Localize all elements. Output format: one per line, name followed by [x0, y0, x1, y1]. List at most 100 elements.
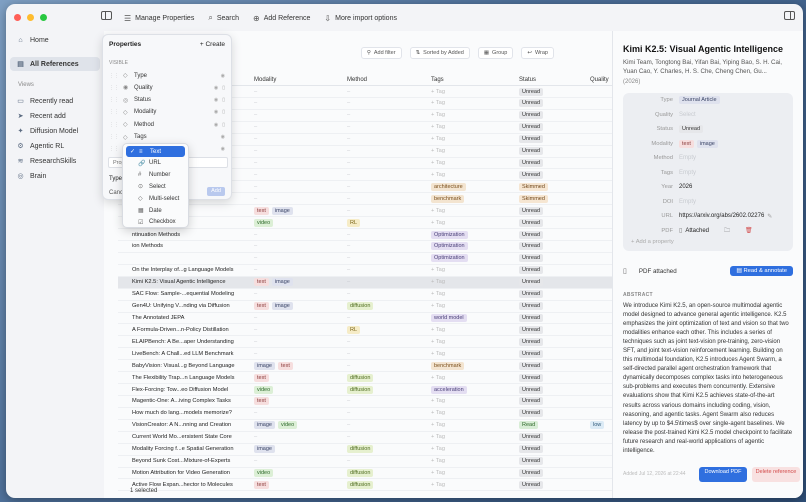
row-status[interactable]: Unread — [519, 385, 586, 395]
table-row[interactable]: rallel Box Decodingtextimage–+ TagUnread — [118, 205, 612, 218]
drag-handle-icon[interactable]: ⋮⋮ — [109, 146, 119, 152]
minimize-window-button[interactable] — [27, 14, 34, 21]
cancel-button[interactable]: Canc — [109, 190, 123, 196]
column-header-method[interactable]: Method — [347, 77, 367, 83]
row-status[interactable]: Unread — [519, 373, 586, 383]
row-modality[interactable]: – — [254, 111, 344, 120]
row-tags[interactable]: + Tag — [431, 88, 513, 97]
row-modality[interactable]: – — [254, 183, 344, 192]
row-status[interactable]: Unread — [519, 314, 586, 323]
row-tags[interactable]: + Tag — [431, 171, 513, 180]
row-tags[interactable]: + Tag — [431, 278, 513, 287]
row-tags[interactable]: + Tag — [431, 421, 513, 430]
property-row[interactable]: ⋮⋮ ◇ Method ◉ ▯ — [109, 119, 225, 130]
row-modality[interactable]: text image — [254, 206, 344, 216]
table-row[interactable]: The Flexibility Trap...n Language Models… — [118, 372, 612, 385]
search-button[interactable]: ⌕ Search — [208, 13, 239, 23]
row-modality[interactable]: – — [254, 326, 344, 335]
row-modality[interactable]: text — [254, 397, 344, 406]
table-row[interactable]: ELAIPBench: A Be...aper Understanding – – +… — [118, 336, 612, 349]
drag-handle-icon[interactable]: ⋮⋮ — [109, 109, 119, 115]
row-tags[interactable]: + Tag — [431, 350, 513, 359]
sidebar-item-diffusion-model[interactable]: ✦ Diffusion Model — [6, 124, 104, 138]
row-method[interactable]: – — [347, 254, 427, 263]
row-modality[interactable]: – — [254, 147, 344, 156]
row-status[interactable]: Unread — [519, 170, 586, 180]
trash-icon[interactable]: 🗑 — [745, 227, 753, 234]
row-modality[interactable]: – — [254, 195, 344, 204]
row-modality[interactable]: – — [254, 433, 344, 442]
row-tags[interactable]: + Tag — [431, 338, 513, 347]
row-method[interactable]: – — [347, 362, 427, 371]
table-row[interactable]: erifiable RewardsvideoRL+ TagUnread — [118, 217, 612, 230]
row-method[interactable]: – — [347, 457, 427, 466]
row-method[interactable]: – — [347, 207, 427, 216]
row-method[interactable]: diffusion — [347, 469, 427, 478]
type-option[interactable]: ▦ Date — [126, 205, 185, 216]
row-modality[interactable]: – — [254, 290, 344, 299]
drag-handle-icon[interactable]: ⋮⋮ — [109, 134, 119, 140]
drag-handle-icon[interactable]: ⋮⋮ — [109, 73, 119, 79]
row-modality[interactable]: video — [254, 385, 344, 395]
field-year[interactable]: Year 2026 — [623, 180, 793, 194]
row-tags[interactable]: + Tag — [431, 207, 513, 216]
row-modality[interactable]: – — [254, 88, 344, 97]
row-method[interactable]: RL — [347, 325, 427, 335]
table-row[interactable]: – – Optimization Unread — [118, 253, 612, 265]
row-tags[interactable]: + Tag — [431, 219, 513, 228]
row-method[interactable]: – — [347, 88, 427, 97]
row-modality[interactable]: text image — [254, 278, 344, 287]
row-modality[interactable]: – — [254, 457, 344, 466]
drag-handle-icon[interactable]: ⋮⋮ — [109, 122, 119, 128]
row-status[interactable]: Read — [519, 421, 586, 430]
table-row[interactable]: SAC Flow: Sample-...equential Modeling – –… — [118, 289, 612, 301]
field-type[interactable]: Type Journal Article — [623, 93, 793, 107]
row-tags[interactable]: benchmark — [431, 194, 513, 204]
group-button[interactable]: ▦ Group — [477, 47, 514, 59]
property-row[interactable]: ⋮⋮ ◇ Type ◉ — [109, 70, 225, 81]
field-quality[interactable]: Quality Select — [623, 108, 793, 122]
row-status[interactable]: Skimmed — [519, 194, 586, 204]
row-method[interactable]: – — [347, 111, 427, 120]
row-modality[interactable]: – — [254, 409, 344, 418]
manage-properties-button[interactable]: ☰ Manage Properties — [124, 14, 194, 23]
row-method[interactable]: – — [347, 159, 427, 168]
trash-icon[interactable]: ▯ — [222, 122, 225, 128]
row-status[interactable]: Skimmed — [519, 182, 586, 192]
sidebar-item-recent-add[interactable]: ➤ Recent add — [6, 109, 104, 123]
row-tags[interactable]: Optimization — [431, 242, 513, 251]
row-modality[interactable]: – — [254, 350, 344, 359]
row-modality[interactable]: – — [254, 314, 344, 323]
table-row[interactable]: Flex-Forcing: Tow...eo Diffusion Model vi… — [118, 384, 612, 396]
row-method[interactable]: diffusion — [347, 445, 427, 454]
row-tags[interactable]: + Tag — [431, 326, 513, 335]
row-tags[interactable]: + Tag — [431, 147, 513, 156]
column-header-status[interactable]: Status — [519, 77, 536, 83]
row-status[interactable]: Unread — [519, 445, 586, 454]
row-tags[interactable]: + Tag — [431, 302, 513, 311]
row-method[interactable]: diffusion — [347, 385, 427, 395]
row-status[interactable]: Unread — [519, 361, 586, 371]
row-method[interactable]: – — [347, 231, 427, 240]
table-row[interactable]: The Annotated JEPA – – world model Unread — [118, 313, 612, 325]
table-row[interactable]: ntinuation Methods – – Optimization Unread — [118, 229, 612, 241]
row-tags[interactable]: world model — [431, 314, 513, 323]
row-tags[interactable]: architecture — [431, 182, 513, 192]
row-tags[interactable]: + Tag — [431, 374, 513, 383]
property-row[interactable]: ⋮⋮ ◎ Status ◉ ▯ — [109, 95, 225, 106]
row-status[interactable]: Unread — [519, 457, 586, 466]
field-modality[interactable]: Modality text image — [623, 137, 793, 151]
row-method[interactable]: – — [347, 195, 427, 204]
read-annotate-button[interactable]: ▤ Read & annotate — [730, 266, 793, 276]
add-property-button[interactable]: Add — [207, 187, 225, 196]
field-method[interactable]: Method Empty — [623, 151, 793, 165]
row-status[interactable]: Unread — [519, 159, 586, 168]
row-status[interactable]: Unread — [519, 242, 586, 251]
table-row[interactable]: BabyVision: Visual...g Beyond Language im… — [118, 360, 612, 373]
row-modality[interactable]: – — [254, 231, 344, 240]
row-status[interactable]: Unread — [519, 397, 586, 406]
table-row[interactable]: Magentic-One: A...iving Complex Tasks tex… — [118, 396, 612, 408]
row-method[interactable]: – — [347, 183, 427, 192]
row-tags[interactable]: Optimization — [431, 230, 513, 240]
trash-icon[interactable]: ▯ — [222, 109, 225, 115]
